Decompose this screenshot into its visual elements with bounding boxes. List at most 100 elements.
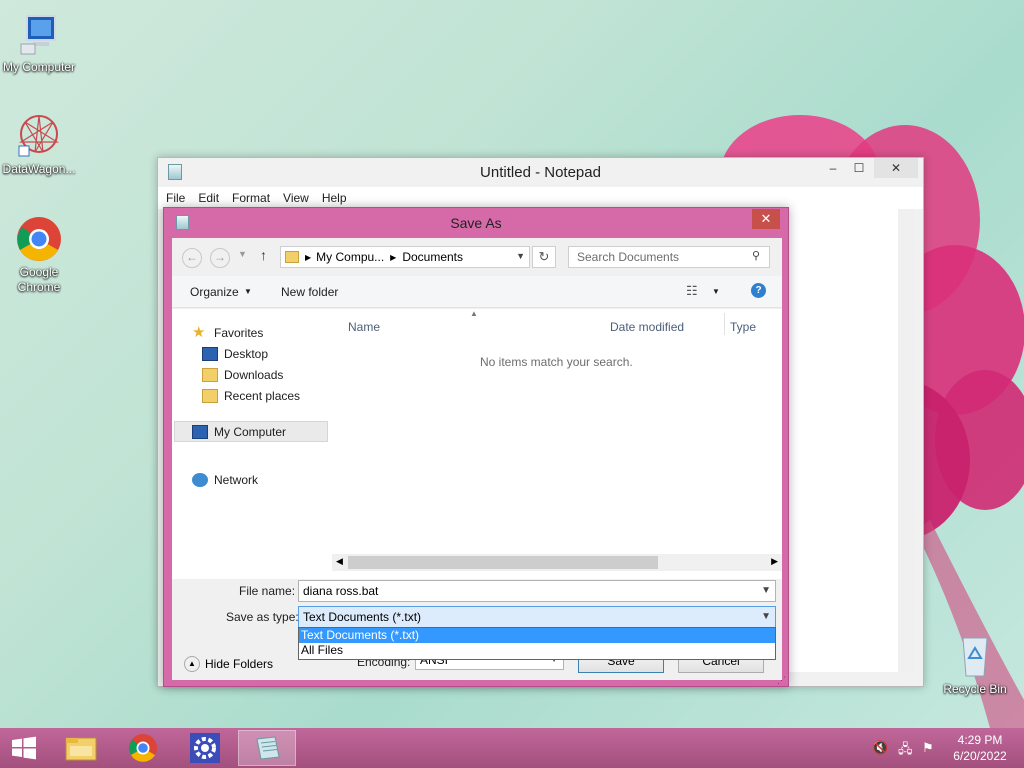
save-as-type-select[interactable]: Text Documents (*.txt) ▼ [298,606,776,628]
empty-message: No items match your search. [480,355,633,369]
hide-folders-label: Hide Folders [205,657,274,671]
new-folder-button[interactable]: New folder [281,285,338,299]
notepad-vertical-scrollbar[interactable] [898,209,914,672]
refresh-button[interactable]: ↻ [532,246,556,268]
desktop-icon-chrome[interactable]: Google Chrome [0,215,78,295]
chevron-up-icon: ▲ [184,656,200,672]
desktop-icon [202,347,218,361]
gear-icon [190,733,220,763]
chrome-icon [129,734,157,762]
horizontal-scrollbar[interactable]: ◀ ▶ [332,554,782,571]
hide-folders-button[interactable]: ▲ Hide Folders [184,656,273,672]
file-name-value: diana ross.bat [303,584,379,598]
nav-my-computer[interactable]: My Computer [174,421,328,442]
dialog-close-button[interactable]: ✕ [752,209,780,229]
file-name-input[interactable]: diana ross.bat ▼ [298,580,776,602]
column-type[interactable]: Type [730,320,756,334]
organize-button[interactable]: Organize [190,285,239,299]
save-as-type-value: Text Documents (*.txt) [303,610,422,624]
chevron-down-icon[interactable]: ▼ [712,287,720,296]
nav-label: Desktop [224,347,269,361]
sort-indicator-icon: ▲ [470,309,478,318]
menu-edit[interactable]: Edit [198,191,219,205]
downloads-icon [202,368,218,382]
chevron-down-icon[interactable]: ▼ [761,581,771,601]
nav-network[interactable]: Network [192,473,258,487]
nav-favorites[interactable]: ★ Favorites [192,325,263,340]
breadcrumb-item[interactable]: My Compu... [316,250,384,264]
navigation-pane: ★ Favorites Desktop Downloads Recent pla… [172,309,332,579]
notepad-text-area[interactable] [788,209,914,672]
save-as-dialog[interactable]: Save As ✕ ← → ▼ ↑ ▶ My Compu... ▶ Docume… [163,207,789,687]
taskbar-notepad[interactable] [238,730,296,766]
dropdown-option[interactable]: Text Documents (*.txt) [299,628,775,643]
chevron-down-icon[interactable]: ▼ [761,607,771,627]
desktop-icon-label: DataWagon... [2,162,76,176]
breadcrumb-item[interactable]: Documents [402,250,463,264]
breadcrumb-separator-icon: ▶ [305,252,312,262]
clock[interactable]: 4:29 PM 6/20/2022 [948,732,1012,764]
scroll-left-icon[interactable]: ◀ [336,556,343,567]
close-button[interactable]: ✕ [874,158,918,178]
taskbar-chrome[interactable] [114,730,172,766]
resize-grip-icon[interactable]: ⋰ [777,675,786,686]
save-as-title: Save As [450,215,502,231]
nav-downloads[interactable]: Downloads [202,368,283,382]
folder-icon [285,251,299,263]
recent-places-icon [202,389,218,403]
recycle-bin-icon [951,632,999,680]
search-icon: ⚲ [752,250,761,262]
taskbar-file-explorer[interactable] [52,730,110,766]
help-icon[interactable]: ? [751,283,766,298]
network-icon[interactable]: 🖧 [898,740,913,762]
address-bar[interactable]: ▶ My Compu... ▶ Documents ▼ [280,246,530,268]
scroll-right-icon[interactable]: ▶ [771,556,778,567]
nav-label: Downloads [224,368,284,382]
notepad-title-bar[interactable]: Untitled - Notepad – ☐ ✕ [158,158,923,187]
search-input[interactable]: Search Documents [568,246,770,268]
save-form: File name: diana ross.bat ▼ Save as type… [172,579,782,680]
forward-button[interactable]: → [210,248,230,268]
datawagon-icon [15,112,63,160]
action-center-icon[interactable]: ⚑ [922,740,934,756]
taskbar: 🔇 🖧 ⚑ 4:29 PM 6/20/2022 [0,728,1024,768]
menu-help[interactable]: Help [322,191,347,205]
desktop-icon-my-computer[interactable]: My Computer [0,10,78,75]
notepad-icon [256,736,280,760]
computer-icon [15,10,63,58]
menu-file[interactable]: File [166,191,185,205]
file-explorer-icon [65,737,97,761]
volume-muted-icon[interactable]: 🔇 [872,740,888,756]
address-row: ← → ▼ ↑ ▶ My Compu... ▶ Documents ▼ ↻ Se… [172,238,782,274]
nav-desktop[interactable]: Desktop [202,347,268,361]
view-options-icon[interactable]: ☷ [686,283,698,299]
start-button[interactable] [0,730,48,766]
back-button[interactable]: ← [182,248,202,268]
chevron-down-icon[interactable]: ▼ [516,251,525,261]
column-name[interactable]: Name [348,320,380,334]
desktop-icon-datawagon[interactable]: DataWagon... [0,112,78,177]
nav-label: My Computer [214,424,287,439]
save-as-body: ← → ▼ ↑ ▶ My Compu... ▶ Documents ▼ ↻ Se… [172,238,782,680]
up-arrow-icon[interactable]: ↑ [260,247,267,263]
nav-recent-places[interactable]: Recent places [202,389,300,403]
file-list[interactable]: Name ▲ Date modified Type No items match… [332,309,782,579]
taskbar-settings[interactable] [176,730,234,766]
maximize-button[interactable]: ☐ [848,158,870,178]
notepad-title: Untitled - Notepad [480,164,601,181]
save-as-title-bar[interactable]: Save As ✕ [164,208,788,236]
minimize-button[interactable]: – [823,158,843,178]
chevron-down-icon: ▼ [244,287,252,296]
chevron-down-icon[interactable]: ▼ [238,249,247,259]
column-date-modified[interactable]: Date modified [610,320,684,334]
breadcrumb-separator-icon: ▶ [390,252,397,262]
notepad-menu-bar: File Edit Format View Help [158,187,923,209]
menu-view[interactable]: View [283,191,309,205]
scrollbar-thumb[interactable] [348,556,658,569]
desktop-icon-recycle-bin[interactable]: Recycle Bin [936,632,1014,697]
save-as-type-dropdown[interactable]: Text Documents (*.txt) All Files [298,627,776,660]
windows-logo-icon [12,736,36,760]
clock-time: 4:29 PM [957,733,1003,747]
menu-format[interactable]: Format [232,191,270,205]
dropdown-option[interactable]: All Files [299,643,775,658]
